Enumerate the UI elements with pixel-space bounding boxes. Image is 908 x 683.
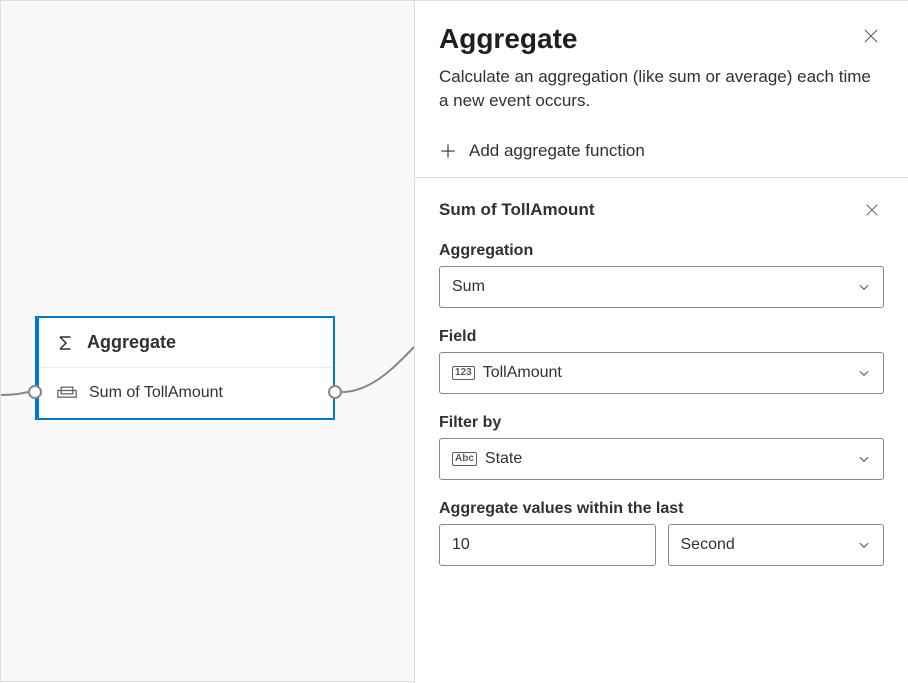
aggregate-node-item[interactable]: Sum of TollAmount (39, 368, 333, 418)
aggregate-node-title: Aggregate (87, 332, 176, 353)
window-unit-value: Second (681, 536, 735, 554)
numeric-type-icon: 123 (452, 366, 475, 380)
config-panel: Aggregate Calculate an aggregation (like… (414, 1, 908, 683)
panel-title: Aggregate (439, 23, 577, 55)
plus-icon (439, 142, 457, 160)
window-value-input[interactable]: 10 (439, 524, 656, 566)
panel-close-button[interactable] (858, 23, 884, 49)
canvas-area[interactable]: Aggregate Sum of TollAmount (1, 1, 414, 683)
panel-description: Calculate an aggregation (like sum or av… (415, 65, 908, 131)
text-type-icon: Abc (452, 452, 477, 466)
field-value: TollAmount (483, 364, 562, 382)
window-label: Aggregate values within the last (439, 500, 884, 518)
aggregation-value: Sum (452, 278, 485, 296)
add-function-label: Add aggregate function (469, 141, 645, 161)
chevron-down-icon (857, 366, 871, 380)
aggregate-node-header[interactable]: Aggregate (39, 318, 333, 368)
window-value: 10 (452, 536, 470, 554)
filter-by-select[interactable]: Abc State (439, 438, 884, 480)
field-label: Field (439, 328, 884, 346)
window-unit-select[interactable]: Second (668, 524, 885, 566)
aggregation-select[interactable]: Sum (439, 266, 884, 308)
filter-by-value: State (485, 450, 522, 468)
input-port[interactable] (28, 385, 42, 399)
section-close-button[interactable] (860, 198, 884, 222)
field-select[interactable]: 123 TollAmount (439, 352, 884, 394)
field-icon (57, 386, 77, 400)
aggregate-node-item-label: Sum of TollAmount (89, 384, 223, 402)
close-icon (862, 27, 880, 45)
sigma-icon (57, 334, 75, 352)
output-port[interactable] (328, 385, 342, 399)
chevron-down-icon (857, 538, 871, 552)
chevron-down-icon (857, 280, 871, 294)
aggregate-node[interactable]: Aggregate Sum of TollAmount (35, 316, 335, 420)
section-title: Sum of TollAmount (439, 200, 595, 220)
aggregation-label: Aggregation (439, 242, 884, 260)
chevron-down-icon (857, 452, 871, 466)
filter-by-label: Filter by (439, 414, 884, 432)
add-aggregate-function-button[interactable]: Add aggregate function (415, 131, 908, 177)
close-icon (864, 202, 880, 218)
